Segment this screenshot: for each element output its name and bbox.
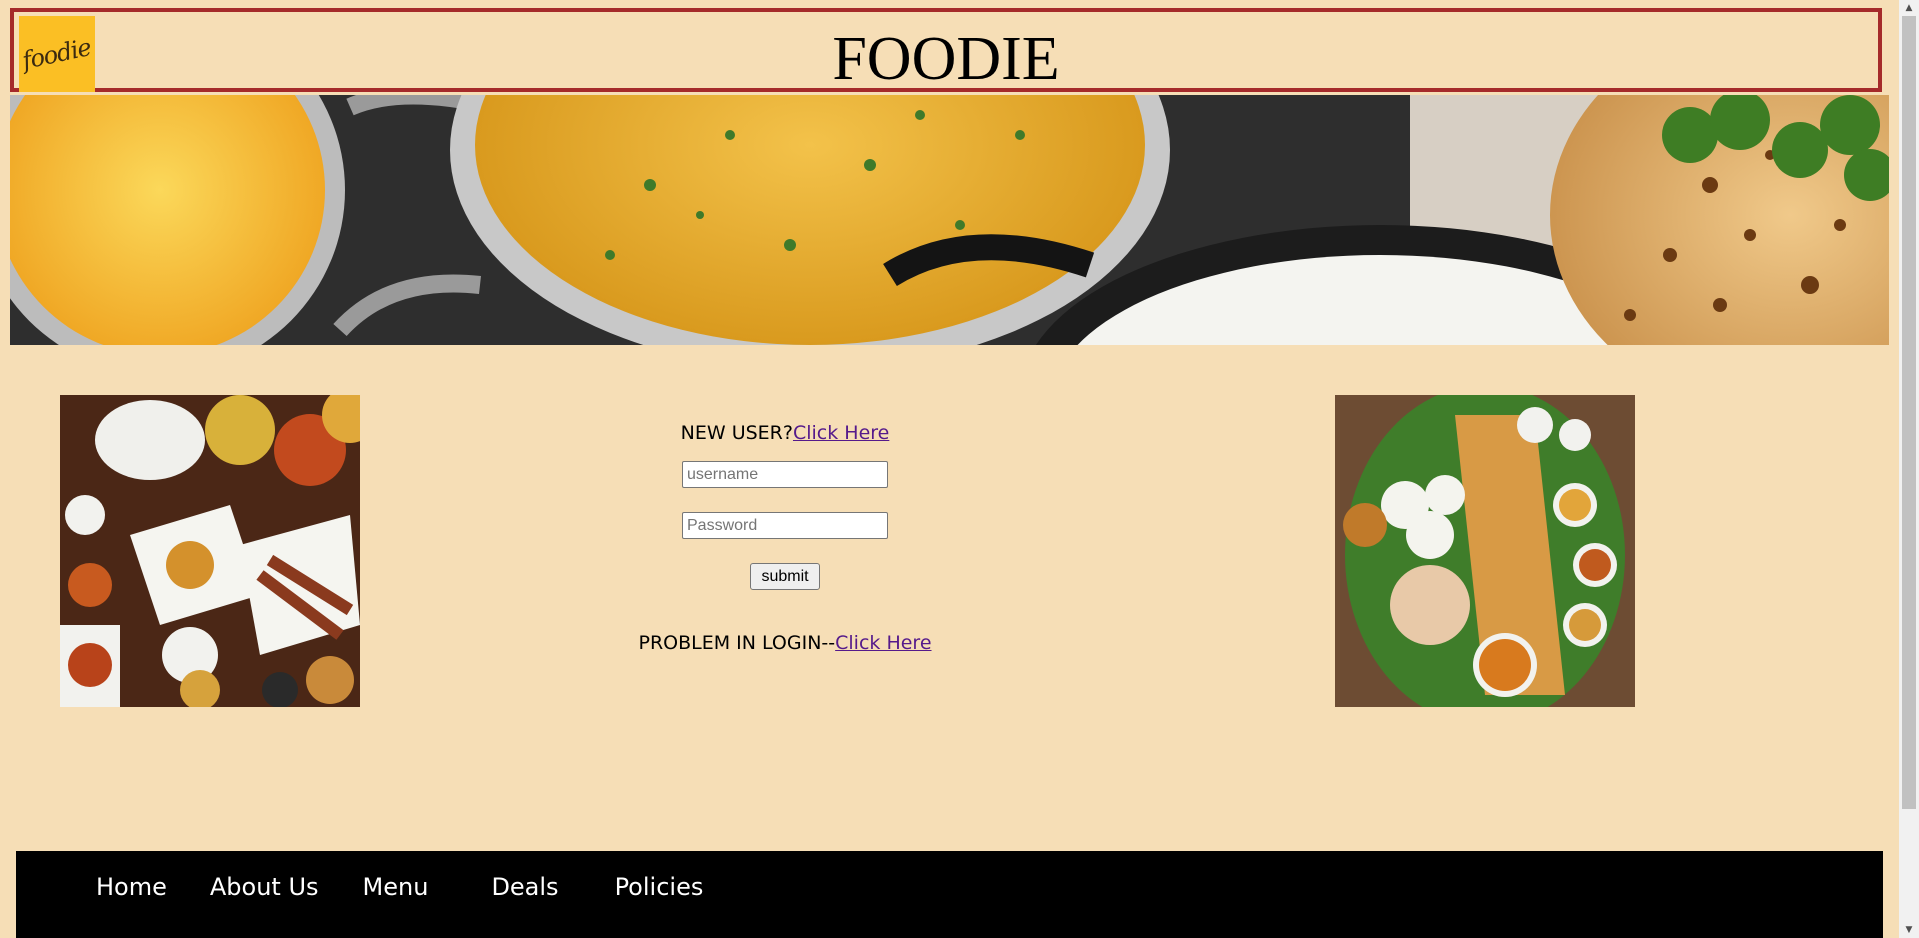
south-indian-platter-image (1335, 395, 1635, 707)
new-user-text: NEW USER? (680, 422, 793, 444)
nav-menu[interactable]: Menu (363, 873, 429, 901)
nav-home[interactable]: Home (96, 873, 167, 901)
username-input[interactable] (682, 461, 888, 488)
main-nav: Home About Us Menu Deals Policies (96, 873, 703, 901)
new-user-row: NEW USER?Click Here (580, 415, 990, 455)
problem-login-link[interactable]: Click Here (835, 632, 931, 654)
scrollbar-thumb[interactable] (1902, 16, 1916, 809)
site-header: foodie FOODIE (10, 8, 1882, 92)
problem-login-row: PROBLEM IN LOGIN--Click Here (580, 630, 990, 656)
problem-login-text: PROBLEM IN LOGIN-- (638, 632, 836, 654)
login-form: NEW USER?Click Here submit PROBLEM IN LO… (580, 415, 990, 656)
vertical-scrollbar[interactable]: ▲ ▼ (1899, 0, 1919, 938)
page: foodie FOODIE NEW USER?Click Here userna… (0, 0, 1899, 938)
food-banner-image (10, 95, 1889, 345)
indian-feast-image (60, 395, 360, 707)
triangle-up-icon[interactable]: ▲ (1899, 0, 1919, 16)
nav-deals[interactable]: Deals (491, 873, 558, 901)
password-input[interactable] (682, 512, 888, 539)
signup-link[interactable]: Click Here (793, 422, 889, 444)
footer-nav-bar: Home About Us Menu Deals Policies (16, 851, 1883, 938)
site-title: FOODIE (832, 25, 1060, 93)
triangle-down-icon[interactable]: ▼ (1899, 922, 1919, 938)
nav-about-us[interactable]: About Us (210, 873, 319, 901)
submit-button[interactable]: submit (750, 563, 820, 590)
nav-policies[interactable]: Policies (615, 873, 704, 901)
